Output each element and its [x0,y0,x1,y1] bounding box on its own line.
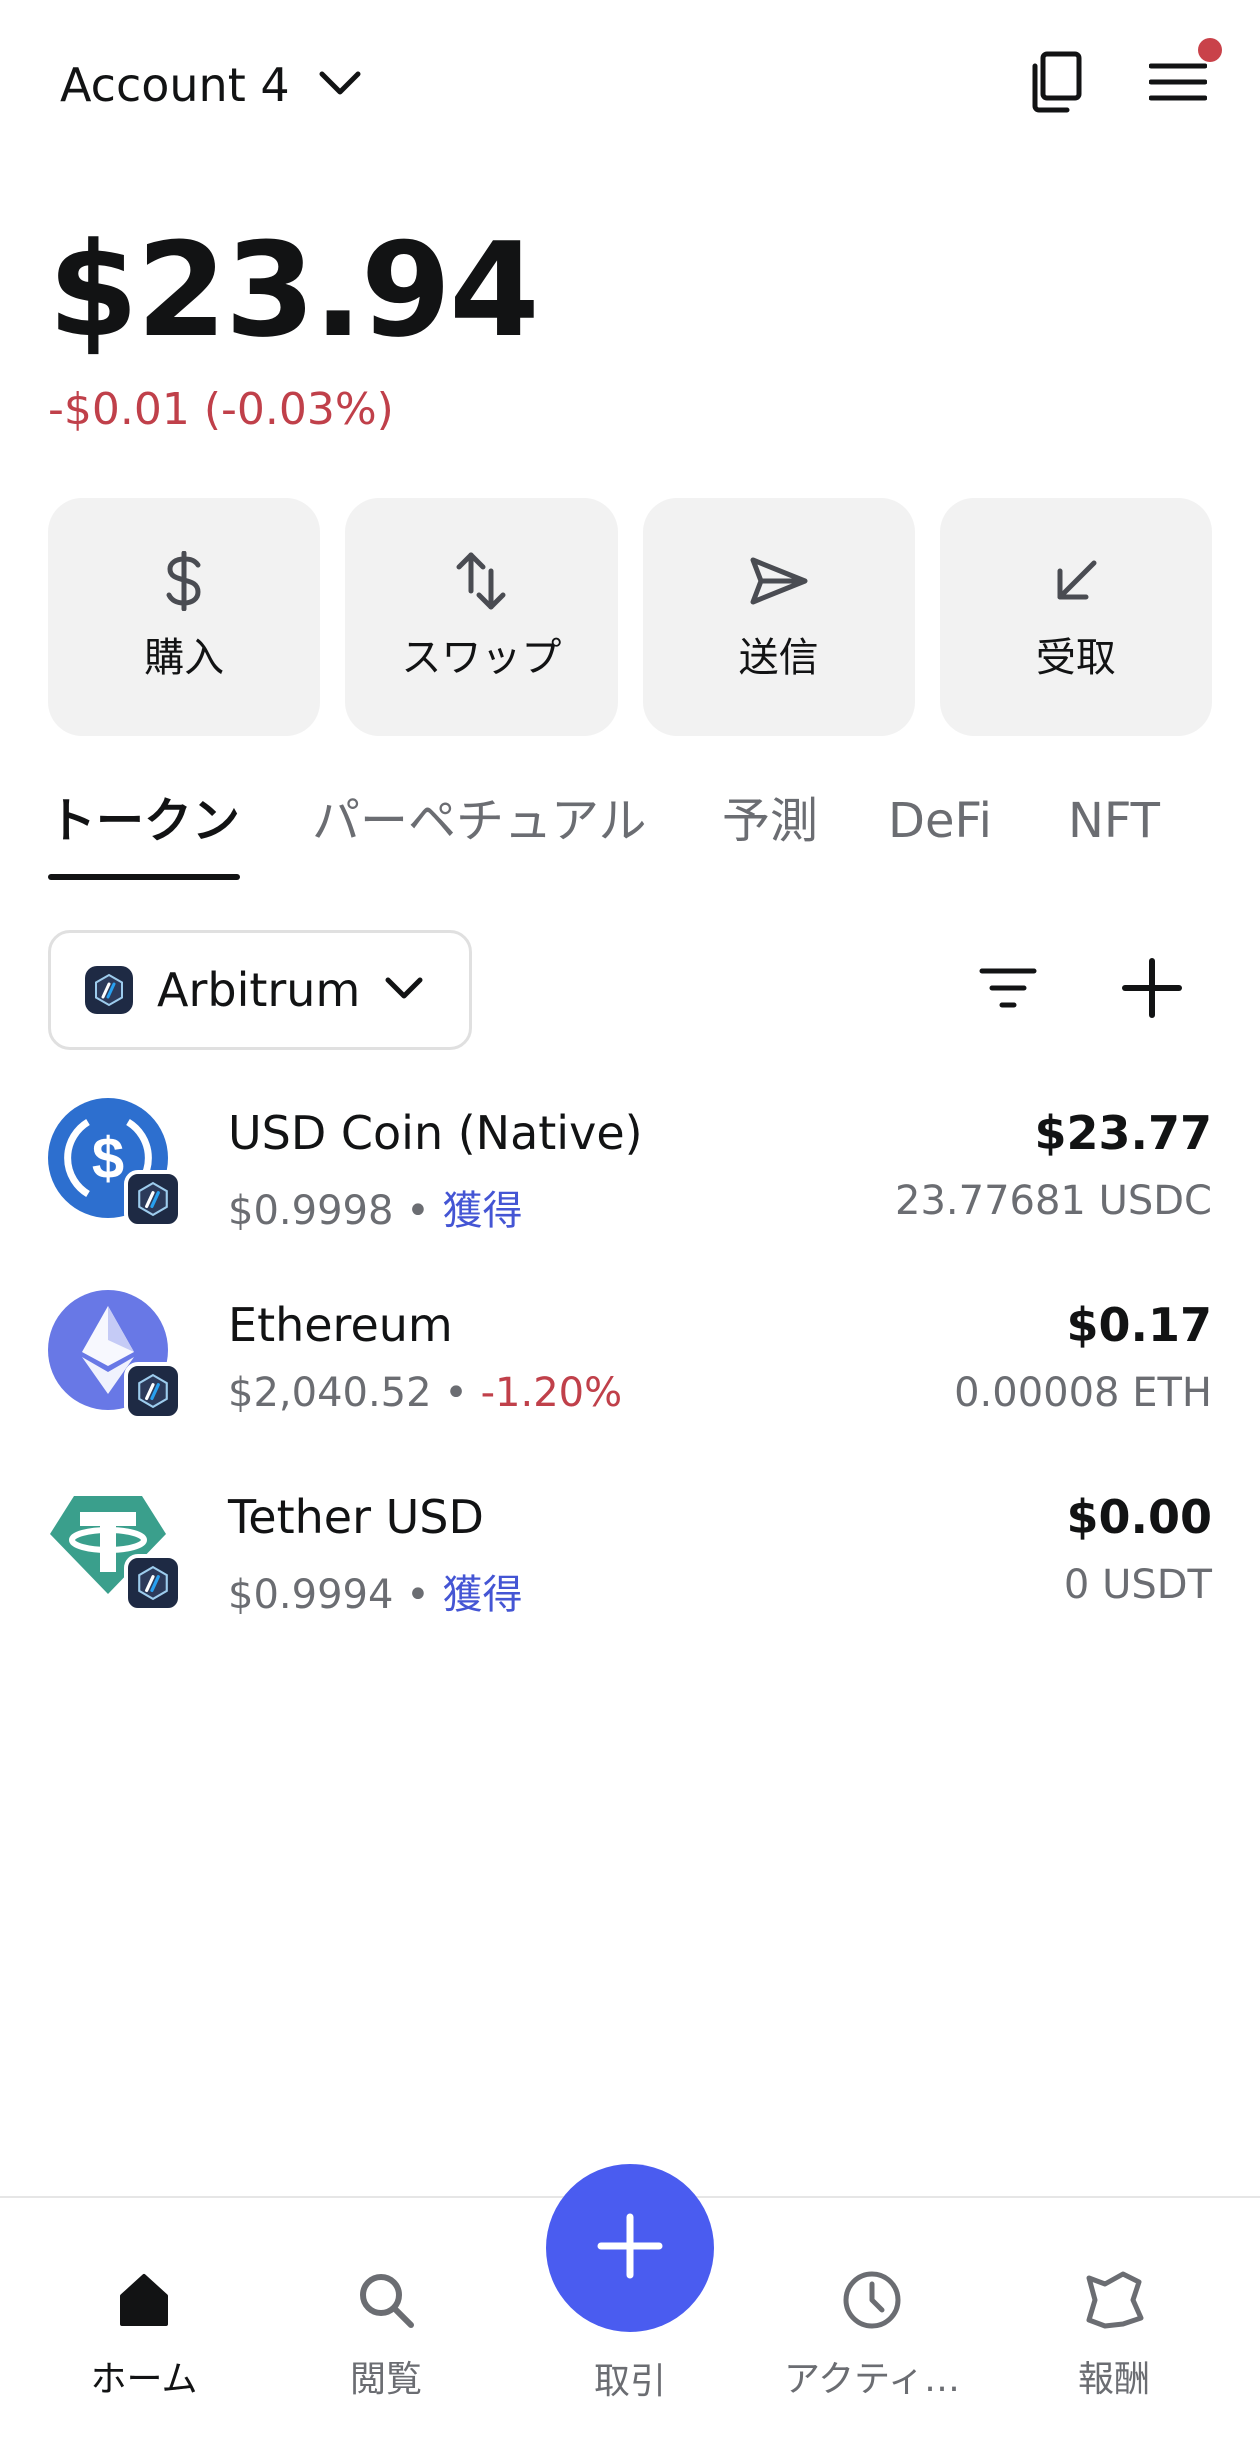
trade-fab-button[interactable] [546,2164,714,2332]
add-token-button[interactable] [1116,954,1188,1026]
token-name: Tether USD [228,1490,484,1544]
token-name: USD Coin (Native) [228,1106,643,1160]
separator: • [406,1572,430,1618]
search-icon [354,2268,418,2332]
receive-arrow-icon [1046,551,1106,611]
plus-icon [1121,957,1183,1023]
token-value: $0.17 [1066,1298,1212,1352]
buy-button[interactable]: 購入 [48,498,321,736]
arbitrum-badge-icon [124,1362,182,1420]
token-value: $0.00 [1066,1490,1212,1544]
dollar-icon [154,551,214,611]
token-price-line: $0.9998 • 獲得 [228,1178,522,1236]
clock-icon [840,2268,904,2332]
token-price: $0.9998 [228,1188,394,1234]
token-price-line: $0.9994 • 獲得 [228,1562,522,1620]
token-amount: 0 USDT [1063,1562,1212,1608]
tab-nft[interactable]: NFT [1068,778,1160,882]
tab-perpetuals[interactable]: パーペチュアル [312,778,647,882]
arbitrum-badge-icon [124,1554,182,1612]
nav-label: ホーム [90,2359,198,2400]
nav-browse[interactable]: 閲覧 [286,2268,486,2402]
tab-tokens[interactable]: トークン [48,778,240,882]
active-tab-indicator [48,874,240,880]
token-logo [48,1290,182,1420]
swap-label: スワップ [401,635,562,681]
send-icon [749,551,809,611]
copy-icon [1027,50,1083,118]
tab-predictions[interactable]: 予測 [722,778,818,882]
menu-icon [1148,60,1208,108]
token-value: $23.77 [1034,1106,1212,1160]
home-icon [112,2268,176,2332]
separator: • [444,1370,468,1416]
rewards-icon [1082,2268,1146,2332]
price-change: -1.20% [480,1370,623,1416]
trade-label: 取引 [593,2361,666,2402]
token-amount: 0.00008 ETH [954,1370,1212,1416]
earn-link[interactable]: 獲得 [442,1188,522,1234]
separator: • [406,1188,430,1234]
network-label: Arbitrum [157,963,361,1017]
token-price-line: $2,040.52 • -1.20% [228,1370,622,1416]
token-row-usdt[interactable]: Tether USD $0.9994 • 獲得 $0.00 0 USDT [48,1482,1212,1622]
nav-rewards[interactable]: 報酬 [1014,2268,1214,2402]
svg-text:$: $ [92,1126,124,1191]
balance-change: -$0.01 (-0.03%) [48,384,394,435]
token-row-eth[interactable]: Ethereum $2,040.52 • -1.20% $0.17 0.0000… [48,1290,1212,1430]
token-logo [48,1482,182,1612]
earn-link[interactable]: 獲得 [442,1572,522,1618]
token-amount: 23.77681 USDC [895,1178,1212,1224]
nav-activity[interactable]: アクティ… [772,2268,972,2402]
account-selector[interactable]: Account 4 [60,52,362,118]
token-row-usdc[interactable]: $ USD Coin (Native) $0.9998 • 獲得 $23.77 … [48,1098,1212,1238]
receive-label: 受取 [1035,635,1116,681]
token-price: $0.9994 [228,1572,394,1618]
chevron-down-icon [318,68,362,102]
nav-label: 閲覧 [349,2359,422,2400]
copy-address-button[interactable] [1020,48,1090,120]
notification-dot [1198,38,1222,62]
send-label: 送信 [738,635,819,681]
nav-home[interactable]: ホーム [44,2268,244,2402]
asset-tabs: トークン パーペチュアル 予測 DeFi NFT [48,778,1260,882]
swap-button[interactable]: スワップ [345,498,618,736]
chevron-down-icon [384,974,424,1006]
receive-button[interactable]: 受取 [939,498,1212,736]
buy-label: 購入 [144,635,225,681]
filter-button[interactable] [972,958,1044,1022]
plus-icon [597,2213,663,2283]
token-name: Ethereum [228,1298,453,1352]
token-price: $2,040.52 [228,1370,432,1416]
filter-icon [978,965,1038,1015]
account-name: Account 4 [60,58,290,112]
swap-arrows-icon [451,551,511,611]
action-buttons: 購入 スワップ 送信 受取 [48,498,1212,736]
header: Account 4 [0,0,1260,170]
nav-label: 報酬 [1077,2359,1150,2400]
total-balance: $23.94 [48,214,540,366]
network-selector[interactable]: Arbitrum [48,930,472,1050]
arbitrum-badge-icon [124,1170,182,1228]
nav-label: アクティ… [783,2359,961,2400]
arbitrum-logo-icon [85,966,133,1014]
token-logo: $ [48,1098,182,1228]
send-button[interactable]: 送信 [642,498,915,736]
tab-defi[interactable]: DeFi [888,778,992,882]
